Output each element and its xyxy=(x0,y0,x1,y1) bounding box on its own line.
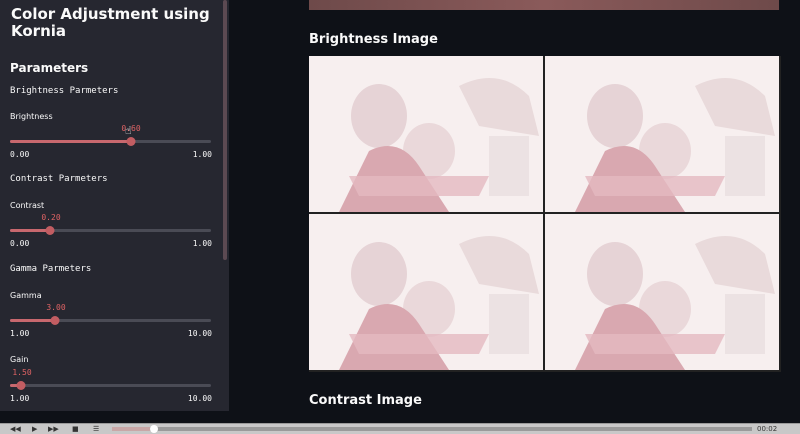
brightness-image-2 xyxy=(545,56,779,212)
brightness-image-4 xyxy=(545,214,779,370)
contrast-slider[interactable] xyxy=(10,226,211,235)
brightness-section-label: Brightness Parmeters xyxy=(10,86,119,96)
contrast-slider-fill xyxy=(10,229,51,232)
brightness-image-1 xyxy=(309,56,543,212)
gamma-label: Gamma xyxy=(10,291,42,300)
app-title: Color Adjustment using Kornia xyxy=(11,5,210,40)
previous-image-strip xyxy=(309,0,779,10)
contrast-slider-thumb[interactable] xyxy=(45,226,55,235)
brightness-min: 0.00 xyxy=(10,150,30,159)
contrast-min: 0.00 xyxy=(10,239,30,248)
gain-label: Gain xyxy=(10,355,29,364)
playback-progress-fill xyxy=(112,427,151,431)
brightness-slider[interactable] xyxy=(10,137,211,146)
gamma-slider-fill xyxy=(10,319,55,322)
sidebar: Color Adjustment using Kornia Parameters… xyxy=(0,0,229,411)
brightness-image-title: Brightness Image xyxy=(309,32,438,47)
brightness-label: Brightness xyxy=(10,112,53,121)
playback-progress[interactable] xyxy=(112,425,752,433)
brightness-image-grid xyxy=(309,56,781,372)
brightness-slider-thumb[interactable] xyxy=(126,137,136,146)
gamma-min: 1.00 xyxy=(10,329,30,338)
gain-min: 1.00 xyxy=(10,394,30,403)
contrast-max: 1.00 xyxy=(192,239,212,248)
gamma-section-label: Gamma Parmeters xyxy=(10,264,92,274)
contrast-value: 0.20 xyxy=(41,213,61,222)
gain-slider[interactable] xyxy=(10,381,211,390)
gain-value: 1.50 xyxy=(12,368,32,377)
gamma-slider-thumb[interactable] xyxy=(50,316,60,325)
gamma-value: 3.00 xyxy=(46,303,66,312)
gain-max: 10.00 xyxy=(187,394,212,403)
contrast-label: Contrast xyxy=(10,201,45,210)
brightness-max: 1.00 xyxy=(192,150,212,159)
contrast-section-label: Contrast Parmeters xyxy=(10,174,108,184)
playback-progress-thumb[interactable] xyxy=(150,425,159,433)
gamma-max: 10.00 xyxy=(187,329,212,338)
parameters-heading: Parameters xyxy=(10,61,89,75)
hand-cursor-icon: ☝ xyxy=(125,124,132,137)
main-content: Brightness Image Contrast Image xyxy=(229,0,800,411)
contrast-image-title: Contrast Image xyxy=(309,393,422,408)
gain-slider-thumb[interactable] xyxy=(16,381,26,390)
brightness-image-3 xyxy=(309,214,543,370)
brightness-slider-fill xyxy=(10,140,131,143)
sidebar-scrollbar[interactable] xyxy=(223,0,227,260)
video-player-bar: ◀◀ ▶ ▶▶ ■ ☰ 00:02 xyxy=(0,423,800,434)
gamma-slider[interactable] xyxy=(10,316,211,325)
